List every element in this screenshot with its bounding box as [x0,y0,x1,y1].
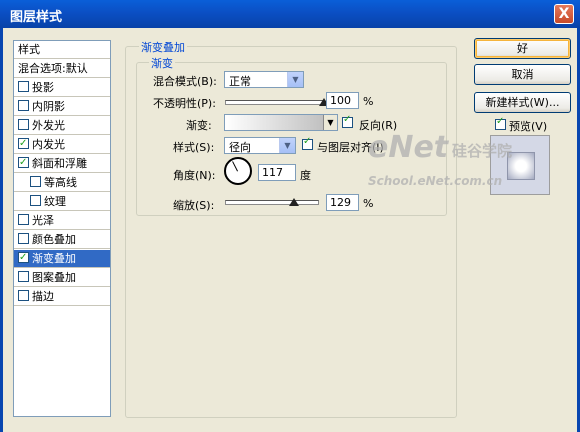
style-checkbox[interactable] [30,195,41,206]
scale-unit: % [363,197,374,210]
preview-checkbox[interactable] [495,116,506,130]
scale-label: 缩放(S): [173,199,215,212]
style-list-label: 外发光 [32,119,65,132]
style-checkbox[interactable] [18,135,29,153]
close-button[interactable]: X [554,4,574,24]
style-checkbox[interactable] [18,119,29,130]
style-list-item[interactable]: 描边 [14,288,110,306]
gradient-picker[interactable]: ▼ [224,114,338,131]
style-select[interactable]: 径向 ▼ [224,137,296,154]
style-list-label: 斜面和浮雕 [32,157,87,170]
style-checkbox[interactable] [18,290,29,301]
angle-input[interactable]: 117 [258,164,296,181]
new-style-button[interactable]: 新建样式(W)... [474,92,571,113]
style-list-label: 内发光 [32,138,65,151]
chevron-down-icon: ▼ [279,138,295,153]
style-list-item[interactable]: 颜色叠加 [14,231,110,249]
style-list-item[interactable]: 等高线 [14,174,110,192]
angle-label: 角度(N): [173,169,216,182]
ok-button[interactable]: 好 [474,38,571,59]
chevron-down-icon[interactable]: ▼ [323,115,337,130]
style-list-item[interactable]: 内阴影 [14,98,110,116]
reverse-checkbox[interactable] [342,114,353,128]
align-with-layer-checkbox[interactable] [302,136,313,150]
style-list-item[interactable]: 图案叠加 [14,269,110,287]
style-checkbox[interactable] [18,214,29,225]
blend-mode-select[interactable]: 正常 ▼ [224,71,304,88]
style-list-item[interactable]: 内发光 [14,135,110,154]
style-list-label: 图案叠加 [32,271,76,284]
style-list-label: 等高线 [44,176,77,189]
style-list-label: 渐变叠加 [32,252,76,265]
style-label: 样式(S): [173,141,215,154]
scale-slider[interactable] [225,200,319,205]
blend-mode-value: 正常 [229,75,251,88]
style-checkbox[interactable] [18,81,29,92]
style-list-item[interactable]: 斜面和浮雕 [14,154,110,173]
chevron-down-icon: ▼ [287,72,303,87]
style-checkbox[interactable] [18,154,29,172]
style-list-item[interactable]: 渐变叠加 [14,249,110,268]
opacity-slider[interactable] [225,100,324,105]
style-checkbox[interactable] [30,176,41,187]
style-list: 样式混合选项:默认投影内阴影外发光内发光斜面和浮雕等高线纹理光泽颜色叠加渐变叠加… [13,40,111,417]
style-value: 径向 [229,141,251,154]
opacity-label: 不透明性(P): [153,97,216,110]
style-checkbox[interactable] [18,271,29,282]
style-checkbox[interactable] [18,100,29,111]
angle-dial[interactable] [224,157,252,185]
style-list-label: 光泽 [32,214,54,227]
style-list-item[interactable]: 纹理 [14,193,110,211]
style-list-label: 颜色叠加 [32,233,76,246]
style-list-label: 纹理 [44,195,66,208]
style-list-label: 样式 [18,43,40,56]
scale-slider-thumb[interactable] [288,198,299,206]
style-list-label: 混合选项:默认 [18,62,88,75]
angle-dial-hand [232,161,238,172]
style-checkbox[interactable] [18,233,29,244]
style-list-item[interactable]: 混合选项:默认 [14,60,110,78]
angle-unit: 度 [300,169,311,182]
title-bar: 图层样式 X [0,0,580,28]
style-list-label: 投影 [32,81,54,94]
gradient-legend: 渐变 [149,55,175,71]
watermark-cn-text: 硅谷学院 [452,142,513,160]
preview-label[interactable]: 预览(V) [509,118,547,134]
style-list-item[interactable]: 光泽 [14,212,110,230]
style-checkbox[interactable] [18,249,29,267]
watermark-url: School.eNet.com.cn [368,174,503,188]
style-list-item[interactable]: 样式 [14,41,110,59]
window-border-left [0,28,3,432]
watermark-logo: eNet [368,130,449,165]
window-title: 图层样式 [10,10,63,25]
style-list-item[interactable]: 投影 [14,79,110,97]
style-list-item[interactable]: 外发光 [14,117,110,135]
gradient-overlay-legend: 渐变叠加 [139,39,187,55]
opacity-input[interactable]: 100 [326,92,359,109]
style-list-label: 描边 [32,290,54,303]
gradient-label: 渐变: [186,119,212,132]
opacity-unit: % [363,95,374,108]
blend-mode-label: 混合模式(B): [153,75,217,88]
cancel-button[interactable]: 取消 [474,64,571,85]
scale-input[interactable]: 129 [326,194,359,211]
style-list-label: 内阴影 [32,100,65,113]
